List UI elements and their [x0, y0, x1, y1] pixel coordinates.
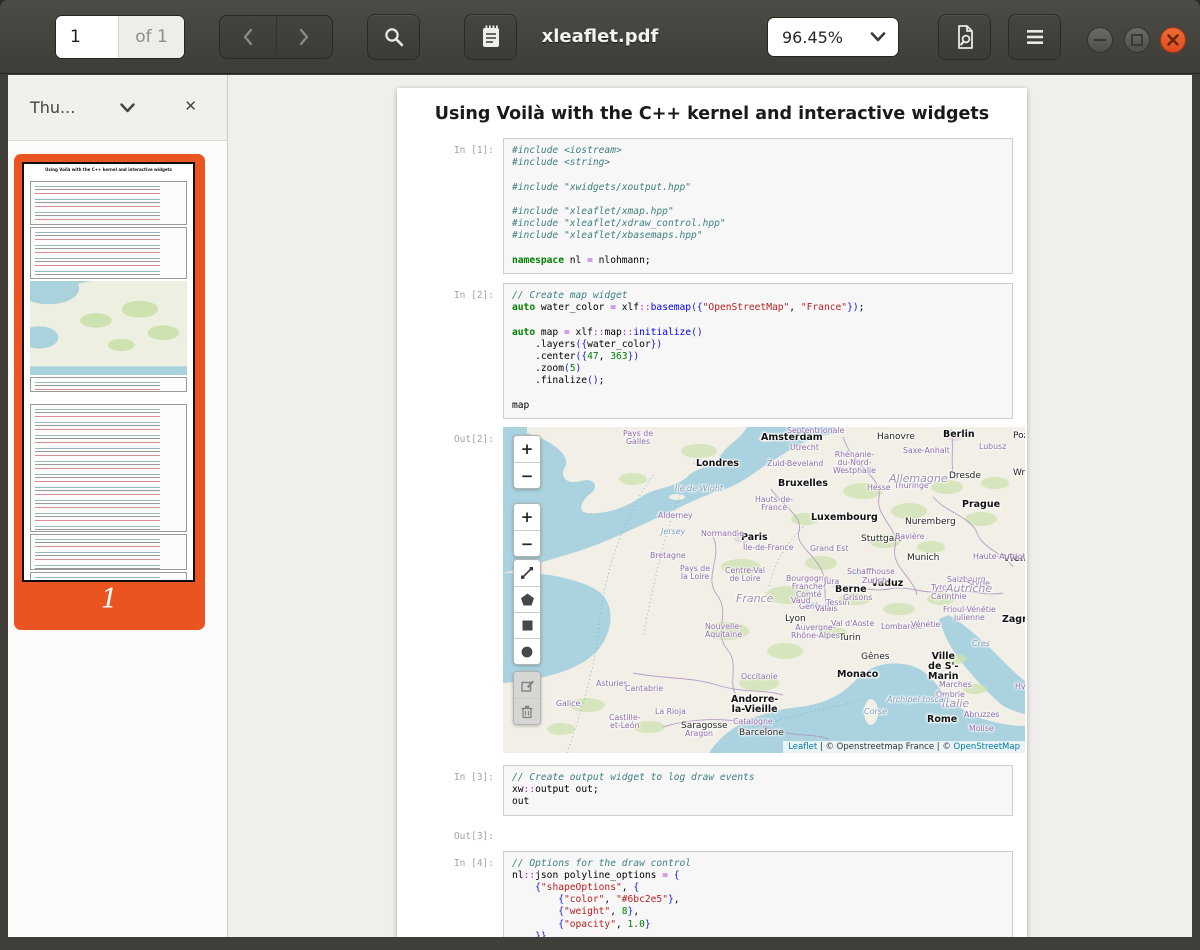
minimize-button[interactable] — [1087, 27, 1113, 53]
empty-output-cell: Out[3]: — [397, 824, 1027, 842]
thumbnail-page-number: 1 — [14, 584, 205, 615]
code-input-area[interactable]: #include <iostream>#include <string> #in… — [503, 138, 1013, 274]
sidebar: Thu... ✕ Using Voilà with the C++ kernel… — [8, 75, 228, 937]
window-title: xleaflet.pdf — [542, 26, 659, 47]
sidebar-header: Thu... ✕ — [8, 75, 227, 141]
side-pane-toggle-button[interactable] — [464, 14, 517, 60]
zoom-level-dropdown[interactable]: 96.45% — [767, 17, 899, 57]
leaflet-map[interactable]: AmsterdamBerlinLondresBruxellesPragueLux… — [503, 427, 1025, 753]
sidebar-pane-title: Thu... — [30, 98, 75, 117]
zoom-control-2: + − — [513, 503, 541, 557]
map-basemap — [503, 427, 1025, 753]
zoom-level-value: 96.45% — [782, 28, 870, 47]
pdf-page: Using Voilà with the C++ kernel and inte… — [397, 88, 1027, 937]
page-count-label: of 1 — [118, 16, 184, 58]
document-viewport[interactable]: Using Voilà with the C++ kernel and inte… — [228, 75, 1192, 937]
search-button[interactable] — [367, 14, 420, 60]
thumbnail-block-map — [30, 281, 187, 375]
thumbnail-block-code — [30, 377, 187, 392]
delete-layers-button[interactable] — [514, 698, 540, 724]
chevron-down-icon — [120, 103, 135, 113]
thumbnail-block-code — [30, 227, 187, 279]
code-input-area[interactable]: // Options for the draw controlnl::json … — [503, 851, 1013, 937]
thumbnail-block-code — [30, 404, 187, 532]
sidebar-close-button[interactable]: ✕ — [184, 97, 197, 115]
thumbnail-block-code — [30, 181, 187, 225]
thumbnail-pane: Using Voilà with the C++ kernel and inte… — [8, 141, 227, 937]
draw-edit-toolbar — [513, 671, 541, 725]
close-button[interactable] — [1160, 27, 1186, 53]
draw-rectangle-button[interactable] — [514, 612, 540, 638]
cell-input-label: In [3]: — [397, 765, 503, 816]
hamburger-menu-icon — [1025, 29, 1045, 45]
chevron-right-icon — [298, 28, 310, 46]
polyline-icon — [519, 565, 535, 581]
cell-output-label: Out[2]: — [397, 427, 503, 753]
thumbnail-block-code — [30, 534, 187, 570]
thumbnail-block-code — [30, 572, 187, 582]
zoom-in-button[interactable]: + — [514, 436, 540, 462]
headerbar: 1 of 1 — [0, 0, 1200, 74]
square-icon — [521, 619, 534, 632]
thumbnail-page-1[interactable]: Using Voilà with the C++ kernel and inte… — [14, 154, 205, 630]
document-tools-button[interactable] — [938, 14, 991, 60]
close-icon — [1167, 34, 1179, 46]
thumbnail-miniature: Using Voilà with the C++ kernel and inte… — [22, 162, 195, 582]
zoom-out-button[interactable]: − — [514, 530, 540, 556]
trash-icon — [520, 704, 534, 719]
openstreetmap-link[interactable]: OpenStreetMap — [954, 742, 1020, 752]
edit-icon — [520, 678, 535, 693]
circle-icon — [520, 645, 534, 659]
window-body: Thu... ✕ Using Voilà with the C++ kernel… — [8, 75, 1192, 937]
evince-window: 1 of 1 — [0, 0, 1200, 950]
page-nav-buttons — [219, 15, 333, 59]
minimize-icon — [1094, 38, 1106, 42]
cell-output-label: Out[3]: — [397, 824, 503, 842]
zoom-control-1: + − — [513, 435, 541, 489]
maximize-icon — [1131, 34, 1143, 46]
cell-input-label: In [2]: — [397, 283, 503, 419]
code-input-area[interactable]: // Create output widget to log draw even… — [503, 765, 1013, 816]
previous-page-button[interactable] — [220, 16, 276, 58]
draw-toolbar — [513, 559, 541, 665]
zoom-in-button[interactable]: + — [514, 504, 540, 530]
notebook-title: Using Voilà with the C++ kernel and inte… — [397, 104, 1027, 124]
map-output-cell: Out[2]: — [397, 427, 1027, 753]
document-magnifier-icon — [953, 24, 977, 50]
maximize-button[interactable] — [1124, 27, 1150, 53]
code-cell-1: In [1]: #include <iostream>#include <str… — [397, 138, 1027, 274]
zoom-out-button[interactable]: − — [514, 462, 540, 488]
notepad-icon — [479, 24, 503, 50]
next-page-button[interactable] — [276, 16, 333, 58]
edit-layers-button[interactable] — [514, 672, 540, 698]
draw-polygon-button[interactable] — [514, 586, 540, 612]
thumbnail-block-title: Using Voilà with the C++ kernel and inte… — [26, 167, 191, 179]
cell-input-label: In [4]: — [397, 851, 503, 937]
code-cell-2: In [2]: // Create map widgetauto water_c… — [397, 283, 1027, 419]
chevron-left-icon — [242, 28, 254, 46]
page-number-entry[interactable]: 1 of 1 — [55, 15, 185, 59]
code-cell-3: In [3]: // Create output widget to log d… — [397, 765, 1027, 816]
page-number-input[interactable]: 1 — [56, 16, 118, 58]
sidebar-pane-dropdown[interactable] — [120, 103, 135, 113]
thumbnail-block-gap — [26, 394, 191, 402]
draw-polyline-button[interactable] — [514, 560, 540, 586]
map-attribution: Leaflet | © Openstreetmap France | © Ope… — [783, 741, 1025, 753]
chevron-down-icon — [870, 32, 886, 42]
leaflet-link[interactable]: Leaflet — [788, 742, 817, 752]
draw-circle-button[interactable] — [514, 638, 540, 664]
code-input-area[interactable]: // Create map widgetauto water_color = x… — [503, 283, 1013, 419]
pentagon-icon — [520, 592, 535, 607]
menu-button[interactable] — [1008, 14, 1061, 60]
code-cell-4: In [4]: // Options for the draw controln… — [397, 851, 1027, 937]
cell-input-label: In [1]: — [397, 138, 503, 274]
search-icon — [383, 26, 405, 48]
